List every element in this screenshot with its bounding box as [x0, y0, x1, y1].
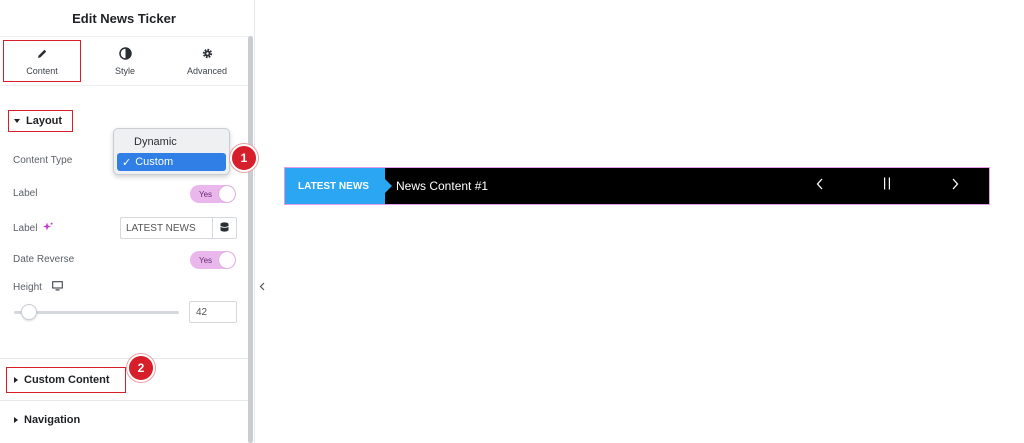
- label-toggle[interactable]: Yes: [190, 185, 236, 203]
- date-reverse-toggle-text: Yes: [199, 255, 213, 265]
- chevron-left-icon: [259, 282, 265, 294]
- ai-sparkle-icon[interactable]: [43, 222, 54, 235]
- panel-collapse-handle[interactable]: [255, 268, 268, 308]
- tab-content[interactable]: Content: [1, 38, 83, 84]
- height-slider-track[interactable]: [14, 311, 179, 314]
- scrollbar-thumb[interactable]: [248, 36, 253, 443]
- custom-content-title: Custom Content: [24, 374, 110, 386]
- tab-style[interactable]: Style: [84, 37, 166, 85]
- height-number-input[interactable]: 42: [189, 301, 237, 323]
- step-badge-2: 2: [127, 354, 155, 382]
- tab-advanced[interactable]: Advanced: [166, 37, 248, 85]
- chevron-left-icon: [816, 177, 823, 195]
- dropdown-option-custom-label: Custom: [135, 156, 174, 168]
- label-text-value[interactable]: LATEST NEWS: [121, 218, 212, 238]
- section-divider: [0, 400, 248, 401]
- step-badge-1: 1: [230, 144, 258, 172]
- editor-panel: Edit News Ticker Content Style Advanced …: [0, 0, 255, 443]
- dropdown-option-custom[interactable]: ✓ Custom: [117, 153, 226, 171]
- toggle-knob: [219, 186, 235, 202]
- label-toggle-label: Label: [13, 188, 38, 199]
- chevron-right-icon: [952, 177, 959, 195]
- label-text-input[interactable]: LATEST NEWS: [120, 217, 237, 239]
- height-row: Height: [13, 281, 63, 294]
- content-type-label: Content Type: [13, 155, 73, 166]
- ticker-next-button[interactable]: [941, 168, 969, 204]
- ticker-pause-button[interactable]: [873, 168, 901, 204]
- date-reverse-label: Date Reverse: [13, 254, 75, 265]
- section-divider: [0, 358, 248, 359]
- database-icon: [220, 219, 229, 237]
- dropdown-option-dynamic[interactable]: Dynamic: [117, 133, 226, 151]
- ticker-prev-button[interactable]: [805, 168, 833, 204]
- label-text-label: Label: [13, 223, 38, 234]
- panel-title: Edit News Ticker: [72, 10, 176, 26]
- pencil-icon: [35, 47, 49, 61]
- navigation-title: Navigation: [24, 414, 81, 426]
- caret-right-icon: [14, 417, 18, 423]
- navigation-section-toggle[interactable]: Navigation: [14, 414, 80, 426]
- ticker-label: LATEST NEWS: [285, 168, 392, 204]
- custom-content-section-toggle[interactable]: Custom Content: [6, 367, 126, 393]
- pause-icon: [883, 177, 891, 195]
- panel-scrollbar[interactable]: [248, 36, 253, 443]
- checkmark-icon: ✓: [122, 156, 132, 169]
- ticker-content[interactable]: News Content #1: [396, 179, 488, 193]
- caret-right-icon: [14, 377, 18, 383]
- caret-down-icon: [14, 119, 20, 123]
- news-ticker: LATEST NEWS News Content #1: [284, 167, 990, 205]
- tab-style-label: Style: [114, 65, 135, 76]
- contrast-icon: [118, 47, 132, 61]
- layout-section-toggle[interactable]: Layout: [8, 110, 73, 132]
- layout-section-title: Layout: [26, 115, 63, 127]
- label-text-row: Label: [13, 222, 54, 235]
- tab-content-label: Content: [26, 65, 58, 76]
- height-label: Height: [13, 282, 42, 293]
- dynamic-tags-button[interactable]: [212, 218, 236, 238]
- panel-tabs: Content Style Advanced: [0, 36, 248, 86]
- content-type-dropdown[interactable]: Dynamic ✓ Custom: [113, 128, 230, 175]
- date-reverse-toggle[interactable]: Yes: [190, 251, 236, 269]
- gear-icon: [200, 47, 214, 61]
- desktop-icon[interactable]: [52, 281, 63, 294]
- tab-advanced-label: Advanced: [186, 65, 228, 76]
- toggle-knob: [219, 252, 235, 268]
- label-toggle-text: Yes: [199, 189, 213, 199]
- height-slider-thumb[interactable]: [21, 304, 37, 320]
